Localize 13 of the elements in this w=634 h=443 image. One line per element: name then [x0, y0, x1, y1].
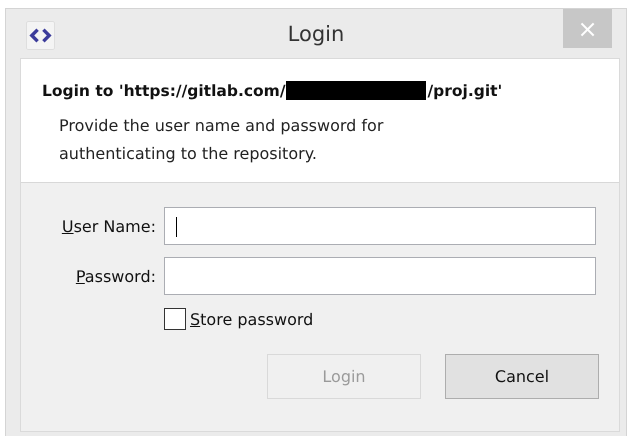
field-label: Password: — [74, 266, 156, 286]
checkbox-label: Store password — [190, 310, 314, 328]
dialog-heading: Login to 'https://gitlab.com/ — [42, 82, 286, 100]
username-field[interactable] — [164, 207, 596, 245]
close-button[interactable]: × — [563, 9, 612, 48]
cancel-button[interactable]: Cancel — [445, 354, 599, 399]
password-field[interactable] — [164, 257, 596, 295]
code-brackets-icon — [26, 21, 55, 50]
store-password-checkbox[interactable] — [164, 308, 186, 330]
description-text: Provide the user name and password for authenticating to the repository. — [59, 115, 384, 165]
field-label: User Name: — [60, 216, 156, 236]
window-title: Login — [288, 22, 344, 46]
dialog-heading: /proj.git' — [427, 82, 502, 100]
